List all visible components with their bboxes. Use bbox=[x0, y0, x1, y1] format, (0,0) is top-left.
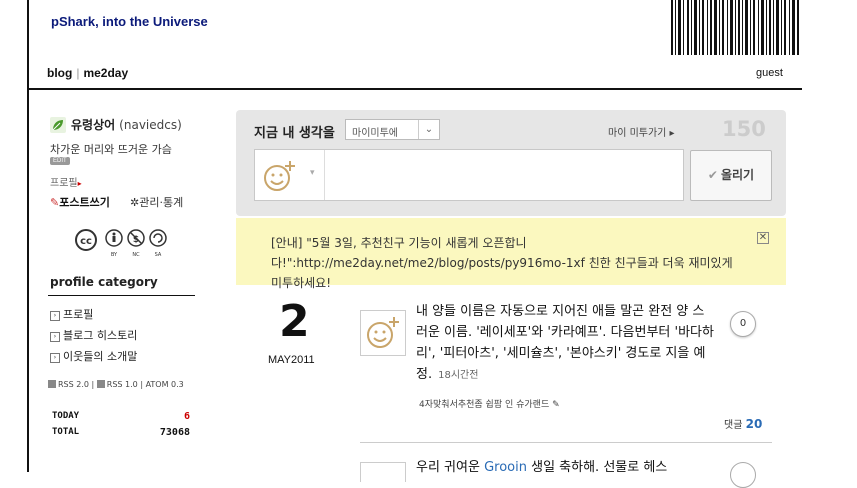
comment-link[interactable]: 댓글 20 bbox=[724, 416, 762, 431]
pencil-icon: ✎ bbox=[50, 196, 60, 209]
rss-icon bbox=[48, 380, 56, 388]
nav-blog[interactable]: blog bbox=[47, 66, 72, 80]
entry-day: 2 bbox=[279, 296, 310, 347]
profile-tagline: 차가운 머리와 뜨거운 가슴 bbox=[50, 143, 172, 156]
cc-label-sa: SA bbox=[155, 252, 162, 258]
feed-atom[interactable]: ATOM 0.3 bbox=[146, 380, 184, 389]
write-post-link[interactable]: ✎포스트쓰기 bbox=[50, 194, 110, 210]
nav-divider: | bbox=[76, 66, 80, 80]
checkmark-icon: ✔ bbox=[707, 168, 718, 182]
feed-links: RSS 2.0 | RSS 1.0 | ATOM 0.3 bbox=[48, 380, 184, 389]
profile-link[interactable]: 프로필▸ bbox=[50, 174, 82, 189]
bullet-arrow-icon: › bbox=[50, 332, 60, 342]
barcode-logo bbox=[671, 0, 799, 55]
category-item-profile[interactable]: › 프로필 bbox=[50, 306, 93, 322]
my-me2day-link[interactable]: 마이 미투가기 ▸ bbox=[608, 124, 675, 139]
leaf-icon bbox=[50, 117, 66, 133]
top-nav: blog | me2day bbox=[47, 66, 128, 80]
cc-label-by: BY bbox=[111, 252, 118, 258]
submit-post-button[interactable]: ✔ 올리기 bbox=[690, 150, 772, 201]
stat-today-value: 6 bbox=[183, 411, 190, 422]
header-divider bbox=[29, 88, 802, 90]
target-select[interactable]: 마이미투에 ⌄ bbox=[345, 119, 440, 140]
smiley-face-icon bbox=[367, 317, 399, 348]
comment-count: 20 bbox=[745, 417, 763, 431]
composer-label: 지금 내 생각을 bbox=[254, 126, 335, 141]
bullet-arrow-icon: › bbox=[50, 311, 60, 321]
admin-stats-label: 관리·통계 bbox=[139, 196, 184, 209]
profile-id: (naviedcs) bbox=[119, 118, 182, 132]
chevron-down-icon: ⌄ bbox=[418, 120, 439, 139]
smiley-face-icon bbox=[264, 161, 295, 191]
profile-link-label: 프로필 bbox=[50, 178, 78, 189]
entry-tags-text: 4자맞춰서추천좀 쉽팜 인 슈가랜드 bbox=[419, 400, 550, 410]
next-entry-text-end: 생일 축하해. 선물로 헤스 bbox=[526, 460, 668, 475]
submit-label: 올리기 bbox=[720, 168, 755, 182]
category-label: 프로필 bbox=[63, 308, 94, 321]
entry-emotion-thumbnail bbox=[360, 310, 406, 356]
category-label: 블로그 히스토리 bbox=[63, 329, 138, 342]
tag-pencil-icon: ✎ bbox=[552, 400, 560, 410]
creative-commons-license-icon[interactable]: cc $ BY NC SA bbox=[74, 228, 172, 258]
metoo-count-bubble[interactable]: 0 bbox=[730, 311, 756, 337]
svg-text:cc: cc bbox=[80, 236, 92, 247]
bullet-arrow-icon: › bbox=[50, 353, 60, 363]
page-left-border bbox=[27, 0, 29, 472]
stat-total-value: 73068 bbox=[159, 427, 190, 438]
entry-divider bbox=[360, 442, 772, 443]
comment-label: 댓글 bbox=[724, 420, 743, 431]
next-entry-thumbnail bbox=[360, 462, 406, 482]
next-metoo-count-bubble[interactable] bbox=[730, 462, 756, 488]
stat-today-label: TODAY bbox=[52, 411, 80, 421]
entry-month-year: MAY2011 bbox=[268, 354, 315, 366]
entry-body: 내 양들 이름은 자동으로 지어진 애들 말곤 완전 양 스러운 이름. '레이… bbox=[416, 301, 716, 386]
category-label: 이웃들의 소개말 bbox=[63, 350, 138, 363]
entry-tags[interactable]: 4자맞춰서추천좀 쉽팜 인 슈가랜드 ✎ bbox=[419, 397, 560, 410]
feed-rss2[interactable]: RSS 2.0 bbox=[58, 380, 89, 389]
admin-stats-link[interactable]: ✲관리·통계 bbox=[130, 194, 183, 210]
feed-rss1[interactable]: RSS 1.0 bbox=[107, 380, 138, 389]
mention-link[interactable]: Grooin bbox=[484, 460, 527, 475]
write-post-label: 포스트쓰기 bbox=[59, 196, 110, 209]
profile-nickname: 유령상어 bbox=[71, 118, 116, 132]
close-icon[interactable]: ✕ bbox=[757, 232, 769, 244]
category-item-neighbors[interactable]: › 이웃들의 소개말 bbox=[50, 348, 137, 364]
nav-me2day[interactable]: me2day bbox=[83, 66, 128, 80]
site-title[interactable]: pShark, into the Universe bbox=[51, 14, 208, 29]
character-counter: 150 bbox=[722, 117, 766, 141]
emotion-dropdown-arrow-icon[interactable]: ▾ bbox=[310, 168, 315, 178]
edit-badge[interactable]: EDIT bbox=[50, 157, 70, 165]
profile-name[interactable]: 유령상어 (naviedcs) bbox=[71, 116, 182, 133]
gear-icon: ✲ bbox=[130, 196, 140, 209]
category-title: profile category bbox=[50, 275, 158, 289]
next-entry-body: 우리 귀여운 Grooin 생일 축하해. 선물로 헤스 bbox=[416, 456, 667, 475]
category-item-blog-history[interactable]: › 블로그 히스토리 bbox=[50, 327, 137, 343]
entry-timestamp[interactable]: 18시간전 bbox=[432, 370, 478, 381]
rss-icon bbox=[96, 380, 105, 388]
cc-label-nc: NC bbox=[132, 252, 140, 258]
next-entry-text-start: 우리 귀여운 bbox=[416, 460, 485, 475]
target-select-value: 마이미투에 bbox=[352, 128, 398, 139]
notice-text: [안내] "5월 3일, 추천친구 기능이 새롭게 오픈합니다!":http:/… bbox=[271, 236, 733, 290]
category-divider bbox=[48, 295, 195, 296]
user-status[interactable]: guest bbox=[756, 67, 783, 79]
stat-total-label: TOTAL bbox=[52, 427, 80, 437]
arrow-right-icon: ▸ bbox=[77, 179, 82, 188]
